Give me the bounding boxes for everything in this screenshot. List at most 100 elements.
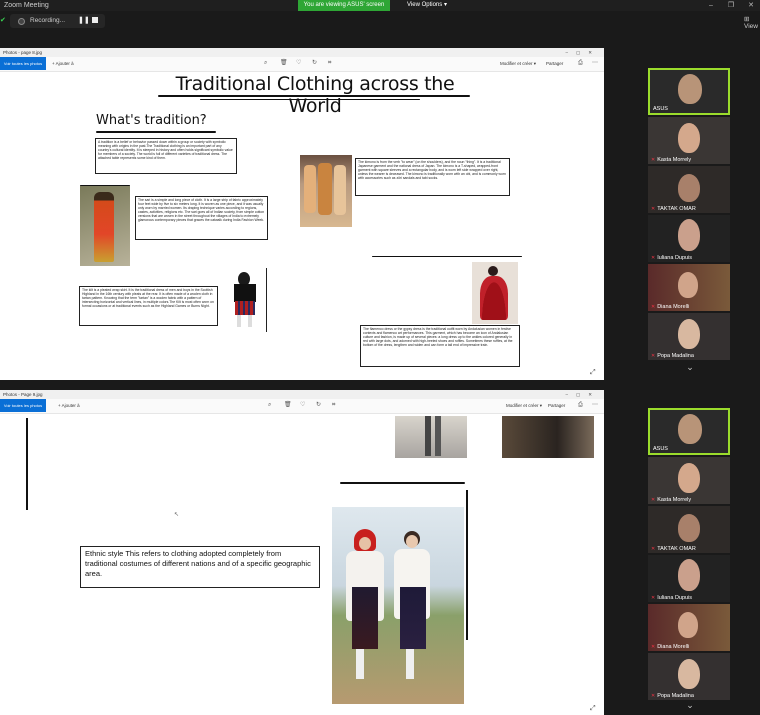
photos-window-controls[interactable]: –▢✕: [565, 48, 600, 57]
top-image-fragment-2: [502, 416, 594, 458]
kilt-skirt: [235, 301, 255, 315]
participant-tile[interactable]: ✕ Iuliana Dupuis: [648, 555, 730, 602]
add-to-button-bottom[interactable]: + Ajouter à: [58, 399, 80, 412]
minimize-icon[interactable]: –: [704, 0, 718, 11]
edit-create-button-bottom[interactable]: Modifier et créer ▾: [506, 399, 542, 412]
sari-paragraph: The sari is a simple and long piece of c…: [138, 198, 265, 223]
photo-frame-line-top: [340, 482, 465, 484]
participant-name: Iuliana Dupuis: [657, 255, 693, 261]
photos-window-controls-bottom[interactable]: –▢✕: [565, 390, 600, 399]
more-icon[interactable]: ⋯: [592, 399, 598, 412]
mic-muted-icon: ✕: [651, 546, 656, 552]
view-button[interactable]: ⊞ View: [744, 15, 760, 30]
participant-video: [678, 463, 700, 493]
mic-muted-icon: ✕: [651, 693, 656, 699]
kilt-leg-left: [237, 315, 241, 327]
flamenco-image: [472, 262, 518, 324]
print-icon[interactable]: ⎙: [578, 399, 583, 412]
favorite-icon[interactable]: ♡: [300, 399, 305, 412]
restore-icon[interactable]: ❐: [724, 0, 738, 11]
participant-video: [678, 123, 700, 153]
zoom-icon[interactable]: ⌕: [268, 399, 271, 412]
fullscreen-icon[interactable]: ⤢: [590, 702, 596, 715]
participant-name-row: ✕ Kasta Morrely: [651, 497, 691, 503]
edit-create-button[interactable]: Modifier et créer ▾: [500, 57, 536, 70]
add-to-button[interactable]: + Ajouter à: [52, 57, 74, 70]
share-button[interactable]: Partager: [546, 57, 563, 70]
participant-tile[interactable]: ✕ Popa Madalina: [648, 653, 730, 700]
participant-name-row: ✕ TAKTAK OMAR: [651, 546, 696, 552]
participant-tile[interactable]: ✕ Diana Morelli: [648, 604, 730, 651]
mic-muted-icon: ✕: [651, 157, 656, 163]
participant-name-row: ✕ Iuliana Dupuis: [651, 255, 692, 261]
participant-tile[interactable]: ✕ Iuliana Dupuis: [648, 215, 730, 262]
view-label: View: [744, 23, 758, 30]
rotate-icon[interactable]: ↻: [316, 399, 321, 412]
photos-titlebar: Photos - page 8.jpg –▢✕: [0, 48, 604, 57]
flamenco-text-box: The flamenco dress or the gypsy dress is…: [360, 325, 520, 367]
participant-tile[interactable]: ✕ Diana Morelli: [648, 264, 730, 311]
participant-name-row: ✕ Diana Morelli: [651, 644, 689, 650]
participant-video: [678, 319, 700, 349]
see-all-photos-button[interactable]: Voir toutes les photos: [0, 57, 46, 70]
sari-figure: [94, 192, 114, 262]
ethnic-style-title: Ethnic style: [85, 549, 124, 558]
participant-tile[interactable]: ✕ Kasta Morrely: [648, 457, 730, 504]
participant-tile[interactable]: ✕ TAKTAK OMAR: [648, 506, 730, 553]
participant-tile[interactable]: ASUS: [648, 408, 730, 455]
share-label-bottom: Partager: [548, 403, 566, 408]
subtitle-underline: [96, 131, 216, 133]
participant-tile[interactable]: ✕ Popa Madalina: [648, 313, 730, 360]
delete-icon[interactable]: 🗑: [280, 57, 288, 70]
participant-name: Iuliana Dupuis: [657, 595, 693, 601]
participant-name: Diana Morelli: [657, 304, 690, 310]
participant-tile[interactable]: ASUS: [648, 68, 730, 115]
chevron-down-icon: ▾: [443, 2, 447, 8]
edit-create-label-bottom: Modifier et créer: [506, 403, 539, 408]
girl-right-skirt: [400, 587, 426, 649]
photos-toolbar-bottom: Voir toutes les photos + Ajouter à ⌕ 🗑 ♡…: [0, 399, 604, 414]
title-underline-2: [200, 99, 420, 100]
see-all-photos-button-bottom[interactable]: Voir toutes les photos: [0, 399, 46, 412]
participant-name: ASUS: [653, 446, 668, 452]
participant-name-row: ✕ Iuliana Dupuis: [651, 595, 692, 601]
participant-name: Kasta Morrely: [657, 157, 692, 163]
view-options-button[interactable]: View Options ▾: [392, 0, 462, 11]
favorite-icon[interactable]: ♡: [296, 57, 301, 70]
chevron-down-icon[interactable]: ⌄: [680, 700, 700, 712]
photos-titlebar-bottom: Photos - Page 9.jpg –▢✕: [0, 390, 604, 399]
kilt-paragraph: The kilt is a pleated wrap skirt. It is …: [82, 288, 214, 309]
participant-video: [678, 414, 702, 444]
girl-left-leg: [356, 649, 364, 679]
participant-tile[interactable]: ✕ Kasta Morrely: [648, 117, 730, 164]
more-icon[interactable]: ⋯: [592, 57, 598, 70]
stop-icon[interactable]: [92, 17, 98, 23]
participant-video: [678, 174, 700, 202]
participant-video: [678, 612, 698, 638]
mic-muted-icon: ✕: [651, 255, 656, 261]
record-icon: [18, 18, 25, 25]
slide-page-9: Ethnic style This refers to clothing ado…: [0, 414, 604, 715]
flamenco-paragraph: The flamenco dress or the gypsy dress is…: [363, 327, 513, 348]
print-icon[interactable]: ⎙: [578, 57, 583, 70]
chevron-down-icon[interactable]: ⌄: [680, 362, 700, 374]
participant-name-row: ✕ Popa Madalina: [651, 693, 694, 699]
fullscreen-icon[interactable]: ⤢: [590, 366, 596, 379]
participant-tile[interactable]: ✕ TAKTAK OMAR: [648, 166, 730, 213]
view-options-label: View Options: [407, 2, 443, 8]
photos-window-bottom: Photos - Page 9.jpg –▢✕ Voir toutes les …: [0, 390, 604, 715]
fragment-leg-1: [425, 416, 431, 456]
pause-icon[interactable]: ❚❚: [78, 16, 90, 24]
photo-frame-line-right: [466, 490, 468, 640]
zoom-icon[interactable]: ⌕: [264, 57, 267, 70]
participant-video: [678, 219, 700, 251]
sari-image: [80, 186, 130, 266]
share-button-bottom[interactable]: Partager: [548, 399, 565, 412]
participant-name: Popa Madalina: [657, 353, 694, 359]
close-icon[interactable]: ✕: [744, 0, 758, 11]
crop-icon[interactable]: ⌗: [332, 399, 335, 412]
rotate-icon[interactable]: ↻: [312, 57, 317, 70]
delete-icon[interactable]: 🗑: [284, 399, 292, 412]
flamenco-frame-line: [372, 256, 522, 257]
crop-icon[interactable]: ⌗: [328, 57, 331, 70]
